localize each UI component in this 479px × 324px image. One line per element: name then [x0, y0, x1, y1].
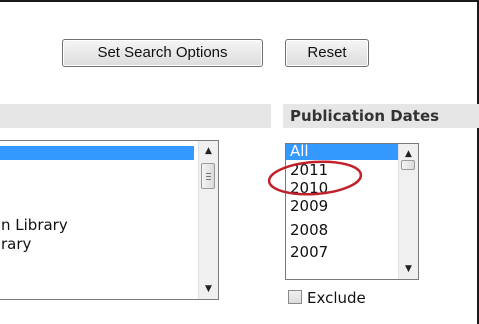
scroll-thumb[interactable]: [201, 163, 215, 189]
grip-line: [206, 173, 211, 174]
grip-line: [206, 176, 211, 177]
list-item[interactable]: n Library: [1, 216, 68, 234]
date-option-2009[interactable]: 2009: [290, 197, 328, 215]
date-option-2011[interactable]: 2011: [290, 161, 328, 179]
scroll-down-icon[interactable]: ▼: [199, 281, 218, 297]
list-item[interactable]: rary: [1, 235, 31, 253]
date-option-2008[interactable]: 2008: [290, 221, 328, 239]
exclude-label[interactable]: Exclude: [307, 289, 366, 307]
publication-dates-header: Publication Dates: [283, 104, 479, 128]
publication-dates-scrollbar[interactable]: ▲ ▼: [398, 144, 418, 279]
checkbox-icon[interactable]: [288, 290, 302, 304]
selected-option-highlight: [0, 146, 194, 160]
search-options-panel: Set Search Options Reset Publication Dat…: [0, 0, 479, 324]
reset-button[interactable]: Reset: [285, 39, 369, 67]
scroll-thumb[interactable]: [401, 160, 415, 170]
date-option-2007[interactable]: 2007: [290, 243, 328, 261]
date-option-all[interactable]: All: [290, 144, 309, 160]
date-option-2010[interactable]: 2010: [290, 179, 328, 197]
scroll-down-icon[interactable]: ▼: [399, 261, 418, 277]
library-listbox-scrollbar[interactable]: ▲ ▼: [198, 141, 218, 299]
grip-line: [206, 179, 211, 180]
window-border-top: [0, 0, 479, 2]
library-listbox[interactable]: n Library rary ▲ ▼: [0, 140, 219, 300]
publication-dates-listbox[interactable]: All 2011 2010 2009 2008 2007 ▲ ▼: [285, 143, 419, 280]
set-search-options-button[interactable]: Set Search Options: [62, 39, 263, 67]
left-list-header: [0, 104, 271, 128]
scroll-up-icon[interactable]: ▲: [199, 143, 218, 159]
